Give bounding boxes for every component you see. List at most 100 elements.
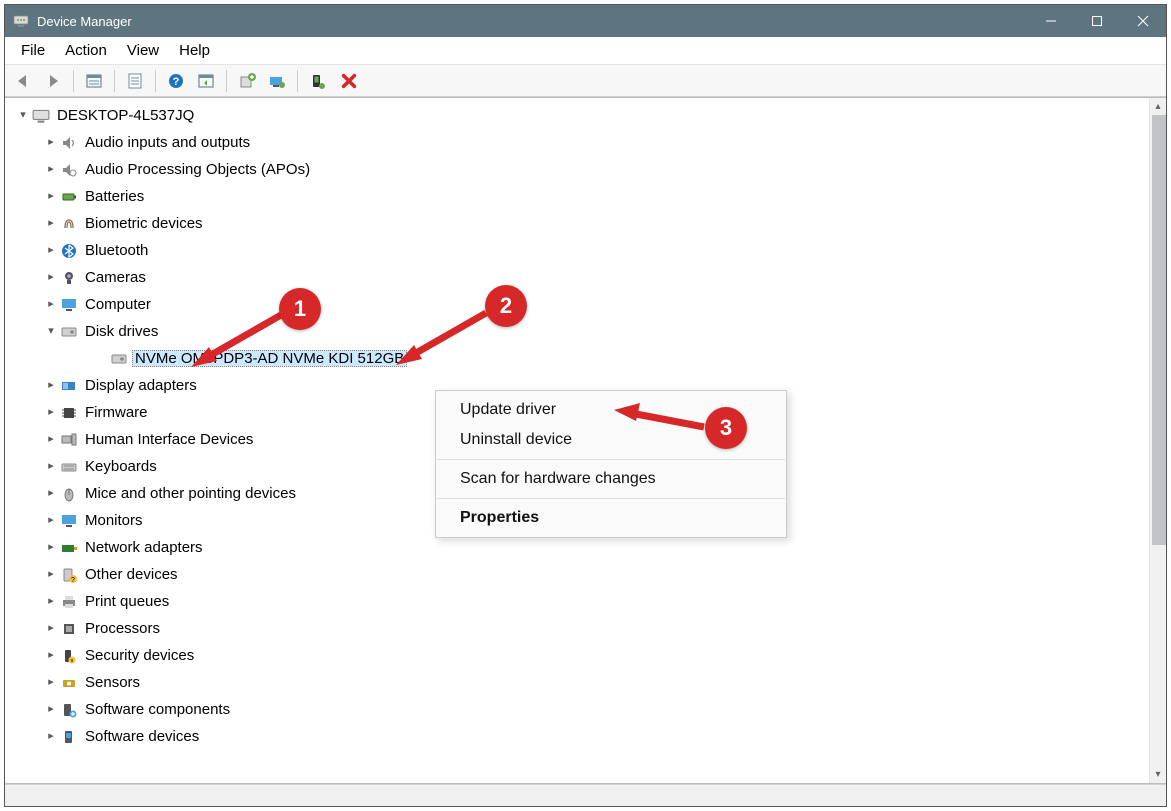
maximize-button[interactable]	[1074, 5, 1120, 37]
action-pane-button[interactable]	[192, 68, 220, 94]
tree-node-nvme[interactable]: ▸ NVMe OM3PDP3-AD NVMe KDI 512GB	[5, 345, 1149, 372]
tree-node-batteries[interactable]: ▸ Batteries	[5, 183, 1149, 210]
chevron-right-icon[interactable]: ▸	[43, 162, 59, 178]
scroll-down-arrow-icon[interactable]: ▾	[1150, 766, 1166, 783]
speaker-icon	[59, 160, 79, 180]
context-menu: Update driver Uninstall device Scan for …	[435, 390, 787, 538]
window-title: Device Manager	[37, 14, 132, 29]
chevron-right-icon[interactable]: ▸	[43, 432, 59, 448]
tree-label: Security devices	[85, 648, 194, 663]
uninstall-device-button[interactable]	[263, 68, 291, 94]
menu-file[interactable]: File	[11, 38, 55, 63]
tree-label: Firmware	[85, 405, 148, 420]
chevron-right-icon[interactable]: ▸	[43, 621, 59, 637]
chevron-right-icon[interactable]: ▸	[43, 135, 59, 151]
display-adapter-icon	[59, 376, 79, 396]
chevron-right-icon[interactable]: ▸	[43, 729, 59, 745]
chevron-right-icon[interactable]: ▸	[43, 405, 59, 421]
menu-bar: File Action View Help	[5, 37, 1166, 65]
context-menu-separator	[437, 459, 785, 460]
tree-node-sensors[interactable]: ▸ Sensors	[5, 669, 1149, 696]
app-icon	[13, 13, 29, 29]
tree-node-cameras[interactable]: ▸ Cameras	[5, 264, 1149, 291]
chevron-right-icon[interactable]: ▸	[43, 648, 59, 664]
tree-node-disk-drives[interactable]: ▾ Disk drives	[5, 318, 1149, 345]
tree-label: Computer	[85, 297, 151, 312]
help-button[interactable]: ?	[162, 68, 190, 94]
tree-node-apos[interactable]: ▸ Audio Processing Objects (APOs)	[5, 156, 1149, 183]
context-properties[interactable]: Properties	[436, 503, 786, 533]
properties-button[interactable]	[121, 68, 149, 94]
context-update-driver[interactable]: Update driver	[436, 395, 786, 425]
chevron-right-icon[interactable]: ▸	[43, 216, 59, 232]
tree-root[interactable]: ▾ DESKTOP-4L537JQ	[5, 102, 1149, 129]
window-controls	[1028, 5, 1166, 37]
software-component-icon	[59, 700, 79, 720]
tree-label: Mice and other pointing devices	[85, 486, 296, 501]
tree-node-sw-components[interactable]: ▸ Software components	[5, 696, 1149, 723]
enable-device-button[interactable]	[304, 68, 332, 94]
update-driver-button[interactable]	[233, 68, 261, 94]
forward-button[interactable]	[39, 68, 67, 94]
tree-node-sw-devices[interactable]: ▸ Software devices	[5, 723, 1149, 750]
toolbar-separator	[297, 70, 298, 92]
disable-device-button[interactable]	[334, 68, 364, 94]
device-icon: ?	[59, 565, 79, 585]
vertical-scrollbar[interactable]: ▴ ▾	[1149, 98, 1166, 783]
tree-label: Software components	[85, 702, 230, 717]
scroll-thumb[interactable]	[1152, 115, 1166, 545]
tree-label: Print queues	[85, 594, 169, 609]
tree-node-audio-io[interactable]: ▸ Audio inputs and outputs	[5, 129, 1149, 156]
menu-help[interactable]: Help	[169, 38, 220, 63]
menu-action[interactable]: Action	[55, 38, 117, 63]
context-menu-separator	[437, 498, 785, 499]
chevron-right-icon[interactable]: ▸	[43, 270, 59, 286]
software-device-icon	[59, 727, 79, 747]
disk-drive-icon	[59, 322, 79, 342]
context-scan-hardware[interactable]: Scan for hardware changes	[436, 464, 786, 494]
chevron-right-icon[interactable]: ▸	[43, 594, 59, 610]
bluetooth-icon	[59, 241, 79, 261]
back-button[interactable]	[9, 68, 37, 94]
tree-label: Cameras	[85, 270, 146, 285]
monitor-icon	[59, 511, 79, 531]
chevron-right-icon[interactable]: ▸	[43, 675, 59, 691]
chip-icon	[59, 403, 79, 423]
minimize-button[interactable]	[1028, 5, 1074, 37]
scroll-up-arrow-icon[interactable]: ▴	[1150, 98, 1166, 115]
chevron-right-icon[interactable]: ▸	[43, 702, 59, 718]
chevron-right-icon[interactable]: ▸	[43, 540, 59, 556]
tree-node-computer[interactable]: ▸ Computer	[5, 291, 1149, 318]
tree-node-processors[interactable]: ▸ Processors	[5, 615, 1149, 642]
battery-icon	[59, 187, 79, 207]
tree-label: Audio inputs and outputs	[85, 135, 250, 150]
chevron-right-icon[interactable]: ▸	[43, 459, 59, 475]
context-uninstall-device[interactable]: Uninstall device	[436, 425, 786, 455]
tree-node-network[interactable]: ▸ Network adapters	[5, 534, 1149, 561]
chevron-right-icon[interactable]: ▸	[43, 567, 59, 583]
tree-node-biometric[interactable]: ▸ Biometric devices	[5, 210, 1149, 237]
menu-view[interactable]: View	[117, 38, 169, 63]
network-adapter-icon	[59, 538, 79, 558]
tree-node-print[interactable]: ▸ Print queues	[5, 588, 1149, 615]
chevron-down-icon[interactable]: ▾	[15, 108, 31, 124]
tree-node-bluetooth[interactable]: ▸ Bluetooth	[5, 237, 1149, 264]
close-button[interactable]	[1120, 5, 1166, 37]
processor-icon	[59, 619, 79, 639]
tree-node-other[interactable]: ▸ ? Other devices	[5, 561, 1149, 588]
show-hide-console-tree-button[interactable]	[80, 68, 108, 94]
tree-label: Processors	[85, 621, 160, 636]
toolbar: ?	[5, 65, 1166, 97]
chevron-right-icon[interactable]: ▸	[43, 486, 59, 502]
chevron-right-icon[interactable]: ▸	[43, 189, 59, 205]
chevron-right-icon[interactable]: ▸	[43, 513, 59, 529]
tree-label: Monitors	[85, 513, 143, 528]
device-manager-window: Device Manager File Action View Help	[4, 4, 1167, 807]
svg-text:?: ?	[71, 577, 75, 584]
tree-node-security[interactable]: ▸ Security devices	[5, 642, 1149, 669]
chevron-down-icon[interactable]: ▾	[43, 324, 59, 340]
fingerprint-icon	[59, 214, 79, 234]
chevron-right-icon[interactable]: ▸	[43, 243, 59, 259]
chevron-right-icon[interactable]: ▸	[43, 297, 59, 313]
chevron-right-icon[interactable]: ▸	[43, 378, 59, 394]
